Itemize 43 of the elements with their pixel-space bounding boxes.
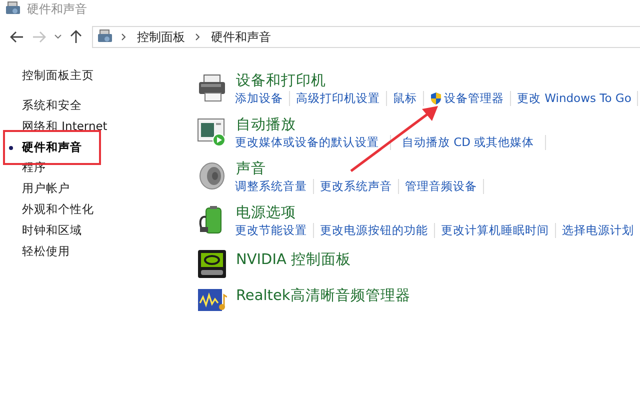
task-link[interactable]: 更改系统声音 xyxy=(314,179,399,194)
category-title[interactable]: 声音 xyxy=(236,159,484,178)
breadcrumb[interactable]: 硬件和声音 xyxy=(209,28,273,46)
shield-icon xyxy=(430,92,442,105)
chevron-icon xyxy=(195,33,201,41)
task-link[interactable]: 选择电源计划 xyxy=(556,223,640,238)
sidebar-link[interactable]: 控制面板主页 xyxy=(22,68,94,82)
breadcrumb[interactable]: 控制面板 xyxy=(135,28,187,46)
sidebar-link[interactable]: 硬件和声音 xyxy=(22,140,82,154)
task-link[interactable]: 管理音频设备 xyxy=(399,179,484,194)
autoplay-icon xyxy=(197,117,227,147)
printer-icon xyxy=(197,73,227,103)
task-link[interactable]: 调整系统音量 xyxy=(235,179,314,194)
up-button[interactable] xyxy=(70,30,82,44)
sidebar-link[interactable]: 系统和安全 xyxy=(22,98,82,112)
sidebar-link[interactable]: 外观和个性化 xyxy=(22,202,94,216)
sidebar-link[interactable]: 轻松使用 xyxy=(22,244,70,258)
sidebar-link[interactable]: 时钟和区域 xyxy=(22,222,82,237)
category-title[interactable]: 电源选项 xyxy=(236,203,640,222)
category-title[interactable]: 设备和打印机 xyxy=(236,71,638,90)
task-link[interactable]: 设备管理器 xyxy=(424,91,511,106)
task-link[interactable]: 更改 Windows To Go xyxy=(511,91,638,106)
task-link[interactable]: 更改媒体或设备的默认设置 xyxy=(235,135,391,150)
control-panel-icon xyxy=(97,29,113,45)
task-link[interactable]: 添加设备 xyxy=(235,91,290,106)
task-link[interactable]: 鼠标 xyxy=(387,91,424,106)
chevron-icon xyxy=(121,33,127,41)
category-title[interactable]: 自动播放 xyxy=(236,115,546,134)
task-link[interactable]: 自动播放 CD 或其他媒体 xyxy=(391,135,546,150)
nvidia-icon xyxy=(197,249,227,279)
recent-pages-button[interactable] xyxy=(54,34,62,40)
sidebar-link[interactable]: 用户帐户 xyxy=(22,181,70,196)
control-panel-icon xyxy=(5,1,21,17)
speaker-icon xyxy=(197,161,227,191)
window-title: 硬件和声音 xyxy=(27,0,87,18)
task-link[interactable]: 更改电源按钮的功能 xyxy=(314,223,435,238)
back-button[interactable] xyxy=(10,31,24,43)
category-title[interactable]: Realtek高清晰音频管理器 xyxy=(236,283,410,305)
address-bar[interactable]: 控制面板 硬件和声音 xyxy=(92,26,640,48)
category-title[interactable]: NVIDIA 控制面板 xyxy=(236,247,352,269)
task-link[interactable]: 高级打印机设置 xyxy=(290,91,387,106)
task-link[interactable]: 更改计算机睡眠时间 xyxy=(435,223,556,238)
task-link[interactable]: 更改节能设置 xyxy=(235,223,314,238)
